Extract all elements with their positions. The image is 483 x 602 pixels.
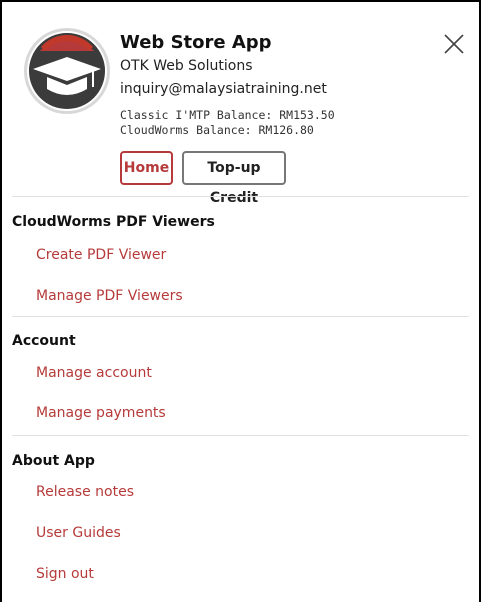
divider [12,435,469,436]
divider [12,196,469,197]
menu-item-sign-out[interactable]: Sign out [36,566,94,582]
menu-header: Web Store App OTK Web Solutions inquiry@… [2,2,479,206]
topup-credit-button[interactable]: Top-up Credit [182,151,286,206]
user-email: inquiry@malaysiatraining.net [120,81,327,97]
menu-item-release-notes[interactable]: Release notes [36,484,134,500]
app-avatar [24,28,110,114]
section-title-about-app: About App [12,453,95,469]
menu-item-manage-account[interactable]: Manage account [36,365,152,381]
menu-item-create-pdf-viewer[interactable]: Create PDF Viewer [36,247,166,263]
menu-item-user-guides[interactable]: User Guides [36,525,121,541]
company-name: OTK Web Solutions [120,58,253,74]
divider [12,316,469,317]
close-icon[interactable] [443,33,465,55]
app-title: Web Store App [120,32,272,53]
menu-item-manage-pdf-viewers[interactable]: Manage PDF Viewers [36,288,183,304]
graduation-cap-icon [29,33,105,109]
section-title-pdf-viewers: CloudWorms PDF Viewers [12,214,215,230]
section-title-account: Account [12,333,76,349]
home-button[interactable]: Home [120,151,173,185]
cloudworms-balance: CloudWorms Balance: RM126.80 [120,123,314,137]
menu-panel: Web Store App OTK Web Solutions inquiry@… [0,0,481,602]
menu-item-manage-payments[interactable]: Manage payments [36,405,166,421]
classic-balance: Classic I'MTP Balance: RM153.50 [120,108,335,122]
